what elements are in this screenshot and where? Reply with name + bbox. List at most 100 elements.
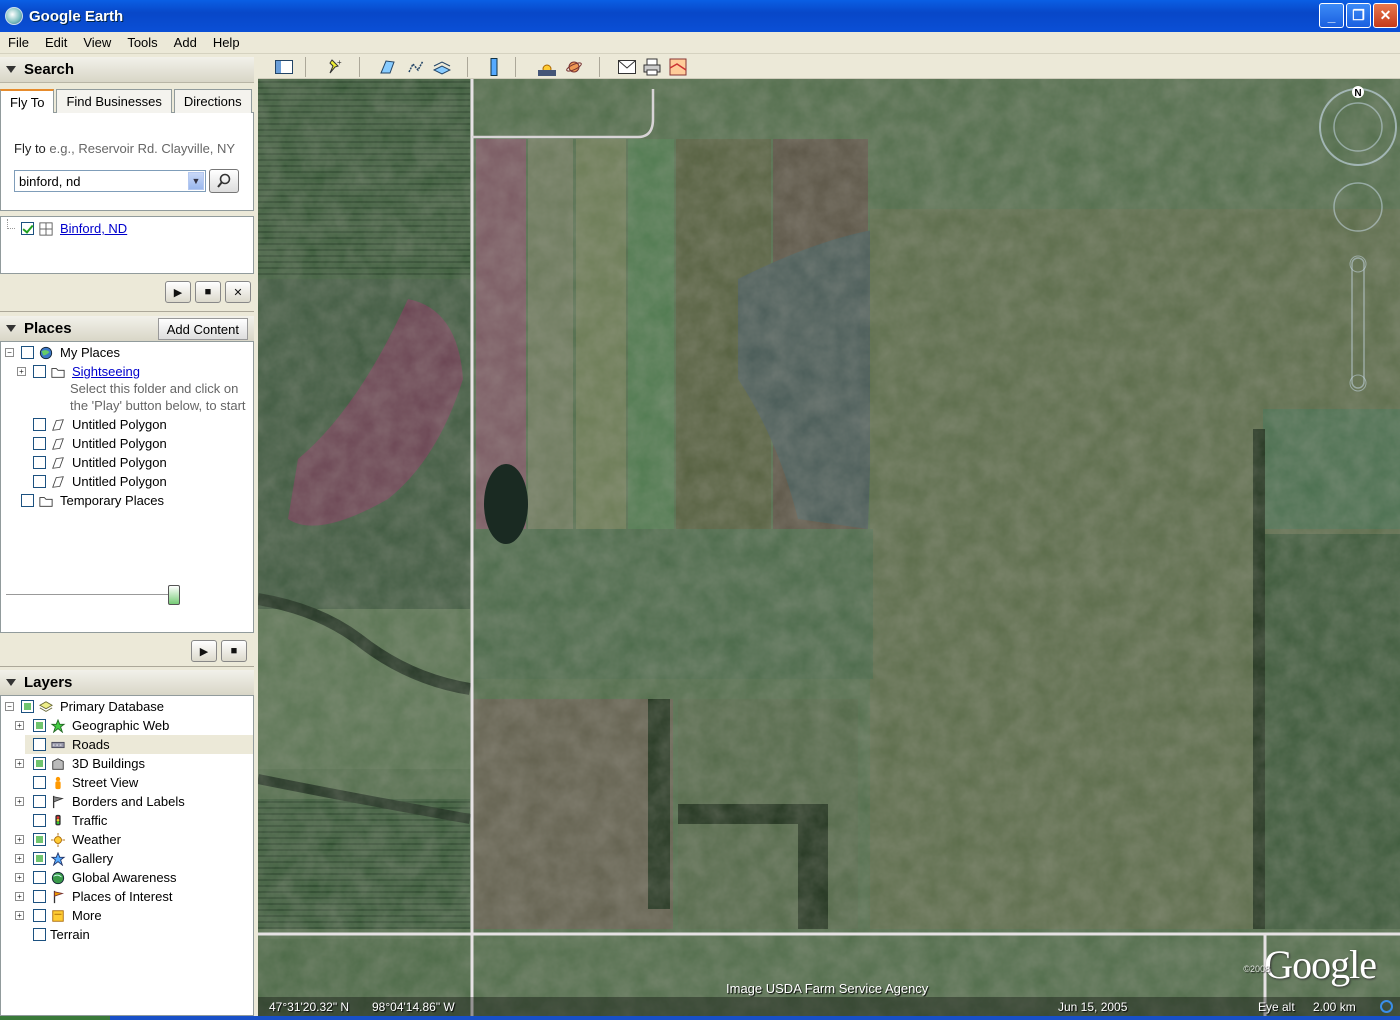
checkbox[interactable] (33, 475, 46, 488)
layer-roads[interactable]: Roads (25, 735, 253, 754)
checkbox[interactable] (33, 776, 46, 789)
layer-geographic-web[interactable]: + Geographic Web (15, 716, 169, 735)
tour-slider-track[interactable] (6, 594, 178, 598)
look-joystick[interactable] (1333, 102, 1383, 152)
email-button[interactable] (618, 58, 636, 76)
checkbox[interactable] (33, 814, 46, 827)
sidebar-toggle-button[interactable] (275, 58, 293, 76)
layer-primary-database[interactable]: − Primary Database (3, 697, 164, 716)
chevron-down-icon[interactable]: ▼ (188, 172, 204, 190)
checkbox[interactable] (33, 418, 46, 431)
layer-global-awareness[interactable]: + Global Awareness (15, 868, 177, 887)
checkbox[interactable] (33, 437, 46, 450)
polygon-button[interactable] (379, 58, 397, 76)
layer-3d-buildings[interactable]: + 3D Buildings (15, 754, 145, 773)
tab-find-businesses[interactable]: Find Businesses (56, 89, 172, 113)
fly-to-input[interactable]: binford, nd ▼ (14, 170, 206, 192)
result-link[interactable]: Binford, ND (60, 221, 127, 236)
layer-street-view[interactable]: Street View (25, 773, 138, 792)
layer-more[interactable]: + More (15, 906, 102, 925)
fly-to-label: Fly to e.g., Reservoir Rd. Clayville, NY (14, 141, 235, 156)
checkbox[interactable] (21, 346, 34, 359)
expand-toggle[interactable]: + (15, 759, 24, 768)
checkbox[interactable] (33, 719, 46, 732)
tour-slider-thumb[interactable] (168, 585, 180, 605)
satellite-imagery[interactable] (258, 79, 1400, 1016)
close-button[interactable]: ✕ (1373, 3, 1398, 28)
collapse-toggle[interactable]: − (5, 348, 14, 357)
sunlight-button[interactable] (538, 58, 556, 76)
expand-toggle[interactable]: + (15, 797, 24, 806)
layer-borders-labels[interactable]: + Borders and Labels (15, 792, 185, 811)
ruler-button[interactable] (485, 58, 503, 76)
checkbox[interactable] (33, 871, 46, 884)
search-button[interactable] (209, 169, 239, 193)
expand-toggle[interactable]: + (15, 873, 24, 882)
search-panel-header[interactable]: Search (0, 57, 254, 83)
checkbox[interactable] (33, 456, 46, 469)
planets-button[interactable] (565, 58, 583, 76)
tour-stop-button[interactable]: ■ (221, 640, 247, 662)
menu-file[interactable]: File (0, 35, 37, 50)
layer-weather[interactable]: + Weather (15, 830, 121, 849)
path-button[interactable] (407, 58, 425, 76)
checkbox[interactable] (21, 494, 34, 507)
expand-toggle[interactable]: + (15, 835, 24, 844)
checkbox[interactable] (33, 795, 46, 808)
places-panel-header[interactable]: Places Add Content (0, 316, 254, 342)
placemark-button[interactable]: + (326, 58, 344, 76)
navigation-controls[interactable]: N (1318, 83, 1398, 403)
map-view[interactable]: N Google ©2008 Image USDA Farm Service A… (258, 79, 1400, 1016)
expand-toggle[interactable]: + (17, 367, 26, 376)
checkbox[interactable] (21, 700, 34, 713)
result-row[interactable]: Binford, ND (7, 219, 127, 238)
result-checkbox[interactable] (21, 222, 34, 235)
layer-places-of-interest[interactable]: + Places of Interest (15, 887, 172, 906)
maximize-button[interactable]: ❐ (1346, 3, 1371, 28)
tree-item-temporary-places[interactable]: Temporary Places (21, 491, 164, 510)
menu-view[interactable]: View (75, 35, 119, 50)
layer-gallery[interactable]: + Gallery (15, 849, 113, 868)
checkbox[interactable] (33, 928, 46, 941)
checkbox[interactable] (33, 833, 46, 846)
menu-add[interactable]: Add (166, 35, 205, 50)
add-content-button[interactable]: Add Content (157, 318, 248, 340)
clear-button[interactable]: ✕ (225, 281, 251, 303)
tour-play-button[interactable]: ▶ (191, 640, 217, 662)
tab-fly-to[interactable]: Fly To (0, 89, 55, 114)
compass-ring[interactable] (1319, 88, 1397, 166)
expand-toggle[interactable]: + (15, 911, 24, 920)
image-overlay-button[interactable] (433, 58, 451, 76)
print-button[interactable] (643, 58, 661, 76)
move-joystick[interactable] (1333, 182, 1383, 232)
layer-traffic[interactable]: Traffic (25, 811, 107, 830)
tree-item-polygon[interactable]: Untitled Polygon (33, 453, 167, 472)
zoom-slider[interactable] (1351, 257, 1365, 389)
tab-directions[interactable]: Directions (173, 89, 252, 113)
checkbox[interactable] (33, 365, 46, 378)
menu-tools[interactable]: Tools (119, 35, 165, 50)
expand-toggle[interactable]: + (15, 854, 24, 863)
tree-item-my-places[interactable]: − My Places (3, 343, 120, 362)
minimize-button[interactable]: _ (1319, 3, 1344, 28)
checkbox[interactable] (33, 738, 46, 751)
checkbox[interactable] (33, 890, 46, 903)
expand-toggle[interactable]: + (15, 892, 24, 901)
view-in-maps-button[interactable] (669, 58, 687, 76)
expand-toggle[interactable]: + (15, 721, 24, 730)
tree-item-sightseeing[interactable]: + Sightseeing (15, 362, 140, 381)
layer-terrain[interactable]: Terrain (25, 925, 90, 944)
checkbox[interactable] (33, 852, 46, 865)
tree-item-polygon[interactable]: Untitled Polygon (33, 415, 167, 434)
checkbox[interactable] (33, 909, 46, 922)
menu-help[interactable]: Help (205, 35, 248, 50)
collapse-toggle[interactable]: − (5, 702, 14, 711)
tree-item-polygon[interactable]: Untitled Polygon (33, 472, 167, 491)
layer-label: Traffic (72, 813, 108, 828)
checkbox[interactable] (33, 757, 46, 770)
menu-edit[interactable]: Edit (37, 35, 75, 50)
layers-panel-header[interactable]: Layers (0, 670, 254, 696)
tree-item-polygon[interactable]: Untitled Polygon (33, 434, 167, 453)
stop-button[interactable]: ■ (195, 281, 221, 303)
play-button[interactable]: ▶ (165, 281, 191, 303)
